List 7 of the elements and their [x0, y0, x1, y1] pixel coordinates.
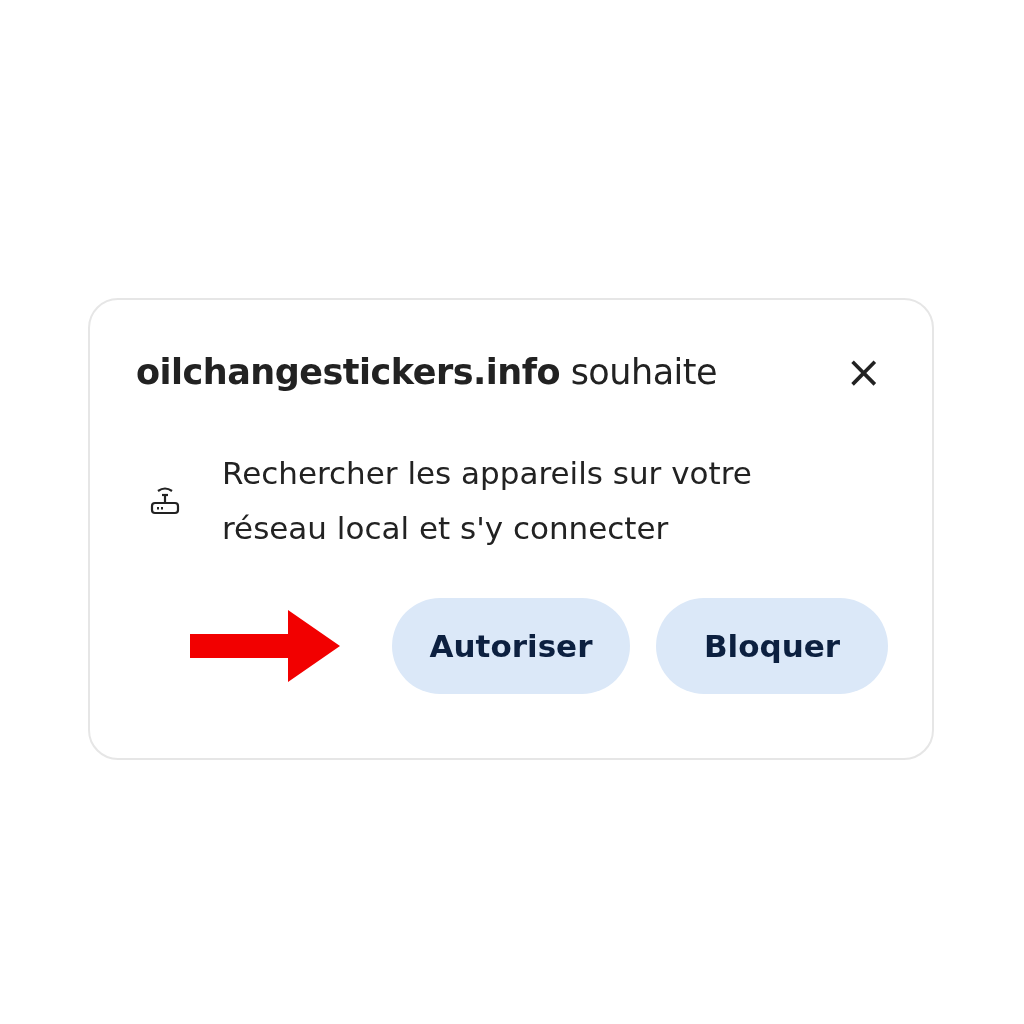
permission-text: Rechercher les appareils sur votre réseau local et s'y connecter [222, 454, 753, 548]
arrow-icon [190, 610, 340, 682]
router-icon [150, 487, 180, 515]
block-button[interactable]: Bloquer [656, 598, 888, 694]
allow-button[interactable]: Autoriser [392, 598, 630, 694]
dialog-title: oilchangestickers.info souhaite [136, 352, 718, 392]
close-button[interactable]: × [839, 350, 888, 394]
